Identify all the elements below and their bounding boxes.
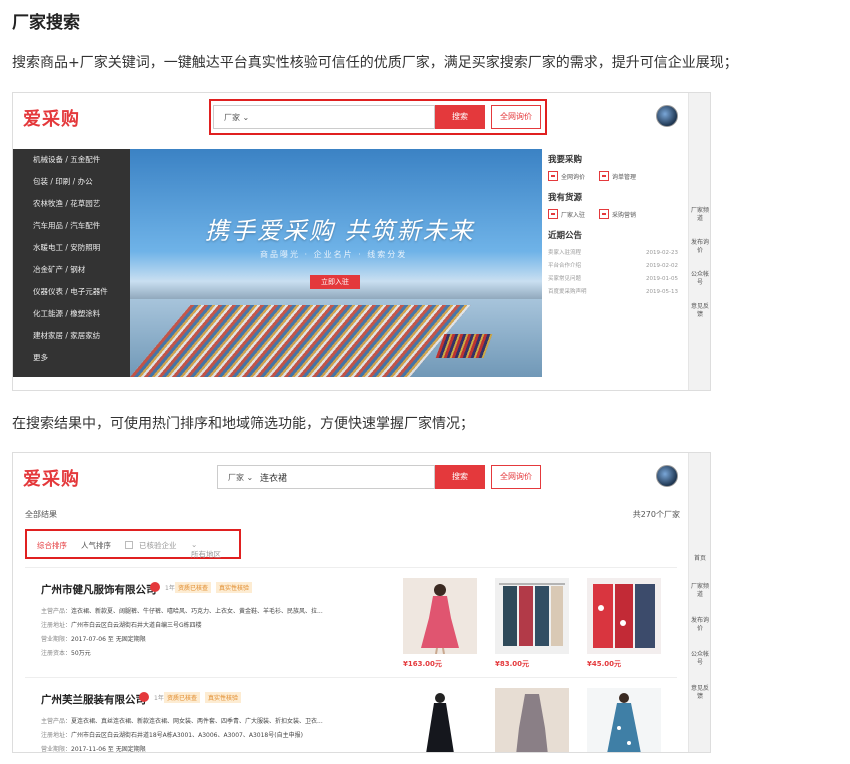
notice-item[interactable]: 平台合作介绍 2019-02-02 (548, 260, 678, 273)
product-image[interactable] (587, 578, 661, 654)
side-link[interactable]: 发布询价 (689, 617, 710, 633)
company-card[interactable]: 广州芙兰服装有限公司 1年 资质已核查 真实性核验 主营产品：夏连衣裙、真丝连衣… (25, 677, 677, 753)
category-item[interactable]: 农林牧渔 / 花草园艺 (13, 193, 130, 215)
inquiry-link[interactable]: 全网询价 (548, 171, 585, 181)
company-name[interactable]: 广州市健凡服饰有限公司 (41, 582, 157, 597)
logo[interactable]: 爱采购 (23, 105, 80, 131)
company-products: 主营产品：夏连衣裙、真丝连衣裙、新款连衣裙、网女装、两件套、四季青、广大服装、折… (41, 718, 323, 725)
side-link[interactable]: 发布询价 (689, 239, 710, 255)
company-address: 注册地址：广州市白云区白云湖街石井道18号A栋A3001、A3006、A3007… (41, 732, 303, 739)
side-link[interactable]: 厂家频道 (689, 207, 710, 223)
product-price: ¥45.00元 (587, 660, 622, 668)
banner-subtitle: 商品曝光 · 企业名片 · 线索分发 (260, 250, 408, 259)
result-count: 共270个厂家 (632, 510, 680, 519)
side-link[interactable]: 意见反馈 (689, 303, 710, 319)
company-term: 营业期限：2017-11-06 至 无固定期限 (41, 746, 146, 753)
sort-popular[interactable]: 人气排序 (81, 540, 111, 551)
product-image[interactable] (403, 578, 477, 654)
all-results-label: 全部结果 (25, 510, 57, 519)
company-name[interactable]: 广州芙兰服装有限公司 (41, 692, 146, 707)
filter-bar: 综合排序 人气排序 已核验企业 所有地区 ⌄ (25, 529, 241, 559)
results-bar: 全部结果 共270个厂家 (13, 503, 690, 523)
search-box[interactable]: 厂家 ⌄ 连衣裙 (217, 465, 435, 489)
tag-badge: 真实性核验 (216, 582, 253, 593)
side-link[interactable]: 意见反馈 (689, 685, 710, 701)
quick-panel: 我要采购 全网询价 询单管理 我有货源 厂家入驻 采购营销 近期公告 卖家入驻流… (548, 153, 678, 299)
article-heading: 厂家搜索 (12, 13, 80, 33)
hero-banner[interactable]: 携手爱采购 共筑新未来 商品曝光 · 企业名片 · 线索分发 立即入驻 (130, 149, 542, 377)
sort-default[interactable]: 综合排序 (37, 540, 67, 551)
category-item[interactable]: 仪器仪表 / 电子元器件 (13, 281, 130, 303)
company-card[interactable]: 广州市健凡服饰有限公司 1年 资质已核查 真实性核验 主营产品：连衣裙、新款夏、… (25, 567, 677, 687)
tag-badge: 资质已核查 (164, 692, 201, 703)
side-link[interactable]: 公众帐号 (689, 651, 710, 667)
avatar[interactable] (656, 105, 678, 127)
marketing-icon (599, 209, 610, 219)
region-select[interactable]: 所有地区 ⌄ (191, 540, 221, 559)
side-link[interactable]: 公众帐号 (689, 271, 710, 287)
category-item-more[interactable]: 更多 (13, 347, 130, 369)
store-icon (548, 209, 558, 219)
category-item[interactable]: 建材家居 / 家居家纺 (13, 325, 130, 347)
notice-item[interactable]: 买家常见问题 2019-01-05 (548, 273, 678, 286)
notice-title: 近期公告 (548, 231, 583, 241)
category-item[interactable]: 机械设备 / 五金配件 (13, 149, 130, 171)
category-nav: 机械设备 / 五金配件 包装 / 印刷 / 办公 农林牧渔 / 花草园艺 汽车用… (13, 149, 130, 377)
company-term: 营业期限：2017-07-06 至 无固定期限 (41, 636, 146, 643)
side-link[interactable]: 首页 (689, 555, 710, 563)
buy-title: 我要采购 (548, 155, 583, 165)
banner-ship-image (435, 334, 493, 358)
list-icon (599, 171, 610, 181)
side-toolbar: 首页 厂家频道 发布询价 公众帐号 意见反馈 (688, 453, 710, 752)
logo[interactable]: 爱采购 (23, 465, 80, 491)
marketing-link[interactable]: 采购营销 (599, 209, 636, 219)
notice-item[interactable]: 百度爱采购声明 2019-05-13 (548, 286, 678, 299)
search-input[interactable]: 连衣裙 (260, 471, 287, 484)
category-item[interactable]: 水暖电工 / 安防照明 (13, 237, 130, 259)
product-price: ¥163.00元 (403, 660, 442, 668)
article-paragraph-2: 在搜索结果中，可使用热门排序和地域筛选功能，方便快速掌握厂家情况； (12, 416, 474, 432)
avatar[interactable] (656, 465, 678, 487)
company-address: 注册地址：广州市白云区白云湖街石井大道自编三号G栋四楼 (41, 622, 202, 629)
supply-title: 我有货源 (548, 193, 583, 203)
verified-filter-label[interactable]: 已核验企业 (139, 540, 177, 551)
category-item[interactable]: 冶金矿产 / 钢材 (13, 259, 130, 281)
screenshot-home: 爱采购 厂家 ⌄ 搜索 全网询价 机械设备 / 五金配件 包装 / 印刷 / 办… (12, 92, 711, 391)
notice-item[interactable]: 卖家入驻流程 2019-02-23 (548, 247, 678, 260)
article-paragraph-1: 搜索商品+厂家关键词，一键触达平台真实性核验可信任的优质厂家，满足买家搜索厂家的… (12, 55, 738, 71)
order-manage-link[interactable]: 询单管理 (599, 171, 636, 181)
category-item[interactable]: 包装 / 印刷 / 办公 (13, 171, 130, 193)
category-item[interactable]: 汽车用品 / 汽车配件 (13, 215, 130, 237)
search-button[interactable]: 搜索 (435, 465, 485, 489)
product-image[interactable] (587, 688, 661, 752)
product-price: ¥83.00元 (495, 660, 530, 668)
inquiry-button[interactable]: 全网询价 (491, 465, 541, 489)
screenshot-results: 爱采购 厂家 ⌄ 连衣裙 搜索 全网询价 全部结果 共270个厂家 综合排序 人… (12, 452, 711, 753)
product-image[interactable] (495, 688, 569, 752)
tag-badge: 真实性核验 (205, 692, 242, 703)
inquiry-icon (548, 171, 558, 181)
factory-join-link[interactable]: 厂家入驻 (548, 209, 585, 219)
category-item[interactable]: 化工能源 / 橡塑涂料 (13, 303, 130, 325)
verified-icon (139, 692, 149, 702)
side-link[interactable]: 厂家频道 (689, 583, 710, 599)
company-products: 主营产品：连衣裙、新款夏、阔腿裤、牛仔裤、嘻哈风、巧克力、上衣女、黄金鞋、羊毛衫… (41, 608, 323, 615)
join-button[interactable]: 立即入驻 (310, 275, 360, 289)
product-image[interactable] (403, 688, 477, 752)
banner-slogan: 携手爱采购 共筑新未来 (205, 217, 475, 245)
verified-checkbox[interactable] (125, 541, 133, 549)
product-image[interactable] (495, 578, 569, 654)
company-capital: 注册资本：50万元 (41, 650, 91, 657)
verified-icon (150, 582, 160, 592)
search-category-select[interactable]: 厂家 ⌄ (228, 472, 253, 483)
highlight-search (209, 99, 547, 135)
tag-badge: 资质已核查 (175, 582, 212, 593)
side-toolbar: 厂家频道 发布询价 公众帐号 意见反馈 (688, 93, 710, 390)
